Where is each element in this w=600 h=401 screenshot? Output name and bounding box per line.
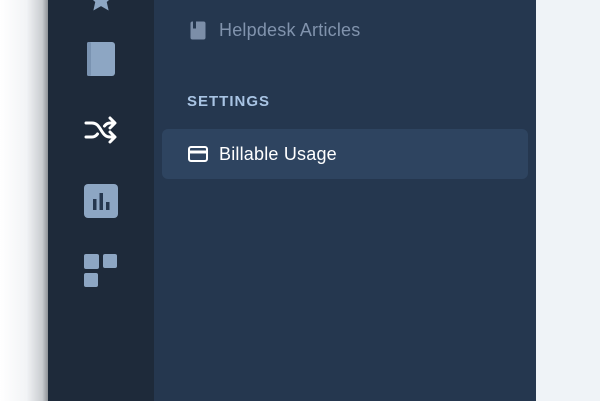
book-icon[interactable] [48,37,154,81]
icon-rail [48,0,154,401]
shuffle-icon[interactable] [48,108,154,152]
nav-item-label: Helpdesk Articles [219,19,361,40]
article-icon [188,20,208,40]
main-content-area [536,0,600,401]
window-edge-shadow [0,0,48,401]
nav-item-helpdesk-articles[interactable]: Helpdesk Articles [162,5,528,55]
credit-card-icon [188,144,208,164]
section-title-settings: SETTINGS [187,93,271,110]
bar-chart-icon[interactable] [48,179,154,223]
nav-item-billable-usage[interactable]: Billable Usage [162,129,528,179]
navigation-panel: Helpdesk Articles SETTINGS Billable Usag… [154,0,536,401]
star-icon[interactable] [48,0,154,22]
nav-item-label: Billable Usage [219,143,337,164]
dashboard-icon[interactable] [48,249,154,293]
